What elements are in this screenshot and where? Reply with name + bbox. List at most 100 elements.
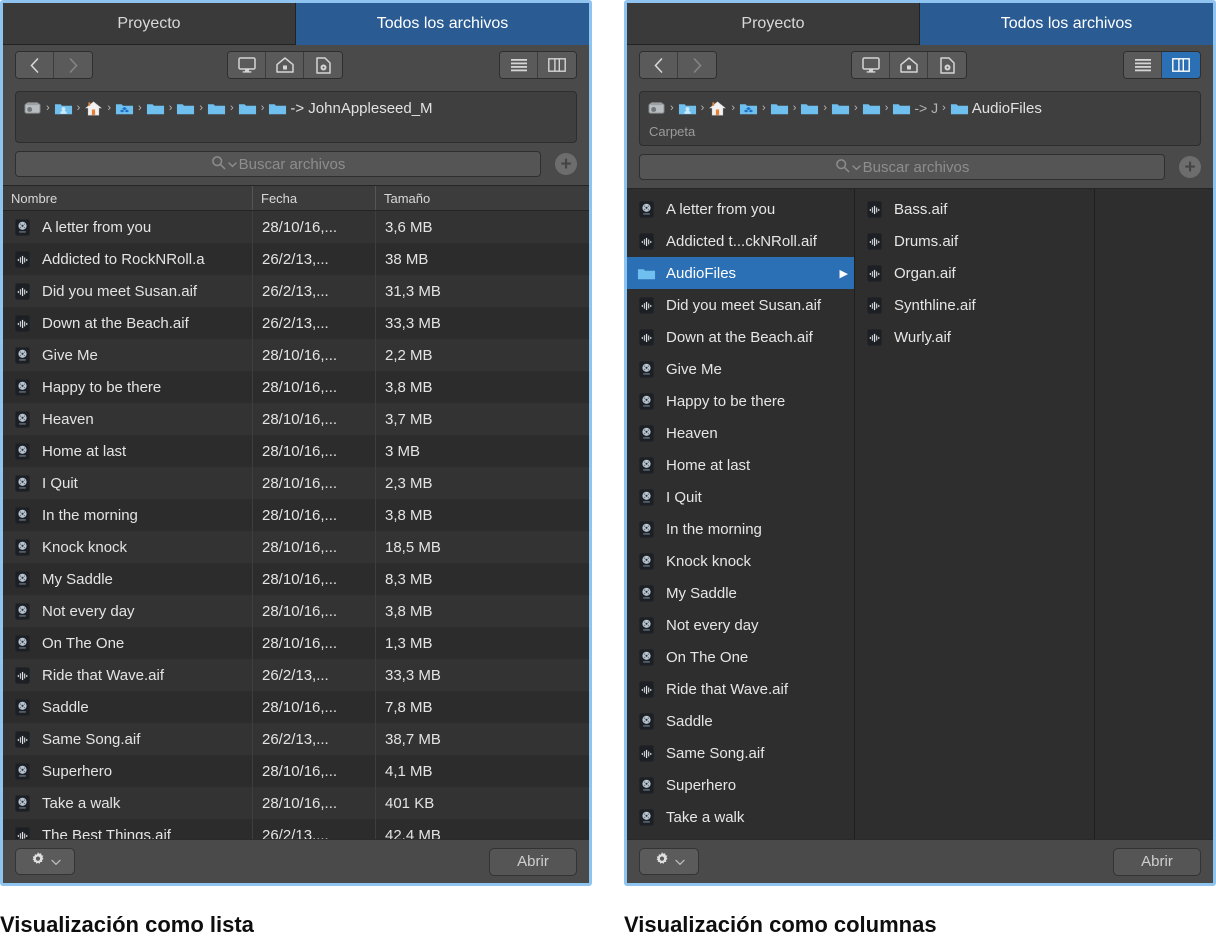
search-input[interactable]: Buscar archivos [639, 154, 1165, 180]
table-row[interactable]: The Best Things.aif 26/2/13,... 42,4 MB [3, 819, 589, 839]
list-view-button[interactable] [500, 52, 538, 78]
back-button[interactable] [16, 52, 54, 78]
column-header-nombre[interactable]: Nombre [3, 186, 253, 210]
tab-proyecto[interactable]: Proyecto [3, 3, 296, 45]
dropbox-folder-icon[interactable] [115, 99, 134, 118]
list-item[interactable]: On The One [627, 641, 854, 673]
table-row[interactable]: Not every day 28/10/16,... 3,8 MB [3, 595, 589, 627]
table-row[interactable]: Knock knock 28/10/16,... 18,5 MB [3, 531, 589, 563]
table-row[interactable]: Down at the Beach.aif 26/2/13,... 33,3 MB [3, 307, 589, 339]
folder-icon[interactable] [950, 99, 969, 118]
audio-files-button[interactable] [928, 52, 966, 78]
table-row[interactable]: Superhero 28/10/16,... 4,1 MB [3, 755, 589, 787]
harddrive-icon[interactable] [23, 99, 42, 118]
folder-icon[interactable] [146, 99, 165, 118]
list-view-button[interactable] [1124, 52, 1162, 78]
list-item[interactable]: Organ.aif [855, 257, 1094, 289]
table-row[interactable]: Addicted to RockNRoll.a 26/2/13,... 38 MB [3, 243, 589, 275]
list-item[interactable]: Superhero [627, 769, 854, 801]
open-button[interactable]: Abrir [1113, 847, 1201, 876]
tab-todos-los-archivos[interactable]: Todos los archivos [296, 3, 589, 45]
list-item[interactable]: My Saddle [627, 577, 854, 609]
list-item[interactable]: AudioFiles ▶ [627, 257, 854, 289]
list-item[interactable]: A letter from you [627, 193, 854, 225]
list-item[interactable]: Not every day [627, 609, 854, 641]
list-item[interactable]: Down at the Beach.aif [627, 321, 854, 353]
home-button[interactable] [890, 52, 928, 78]
list-item[interactable]: Home at last [627, 449, 854, 481]
table-row[interactable]: I Quit 28/10/16,... 2,3 MB [3, 467, 589, 499]
audio-files-button[interactable] [304, 52, 342, 78]
computer-button[interactable] [228, 52, 266, 78]
table-row[interactable]: Saddle 28/10/16,... 7,8 MB [3, 691, 589, 723]
list-item[interactable]: Drums.aif [855, 225, 1094, 257]
list-item[interactable]: Bass.aif [855, 193, 1094, 225]
folder-icon[interactable] [268, 99, 287, 118]
table-row[interactable]: Take a walk 28/10/16,... 401 KB [3, 787, 589, 819]
list-item[interactable]: Ride that Wave.aif [627, 673, 854, 705]
search-dropdown-icon[interactable] [227, 156, 237, 173]
add-button[interactable]: + [1179, 156, 1201, 178]
search-input[interactable]: Buscar archivos [15, 151, 541, 177]
add-button[interactable]: + [555, 153, 577, 175]
list-item[interactable]: Addicted t...ckNRoll.aif [627, 225, 854, 257]
file-column-1[interactable]: A letter from you Addicted t...ckNRoll.ai… [627, 189, 855, 839]
dropbox-folder-icon[interactable] [739, 99, 758, 118]
folder-icon[interactable] [207, 99, 226, 118]
harddrive-icon[interactable] [647, 99, 666, 118]
file-list-body[interactable]: A letter from you 28/10/16,... 3,6 MB Addic… [3, 211, 589, 839]
user-folder-icon[interactable] [678, 99, 697, 118]
home-button[interactable] [266, 52, 304, 78]
column-header-tamano[interactable]: Tamaño [376, 186, 589, 210]
list-item[interactable]: Knock knock [627, 545, 854, 577]
home-folder-icon[interactable] [84, 99, 103, 118]
list-item[interactable]: Take a walk [627, 801, 854, 833]
folder-icon[interactable] [831, 99, 850, 118]
table-row[interactable]: Give Me 28/10/16,... 2,2 MB [3, 339, 589, 371]
list-item[interactable]: Wurly.aif [855, 321, 1094, 353]
table-row[interactable]: Heaven 28/10/16,... 3,7 MB [3, 403, 589, 435]
table-row[interactable]: Did you meet Susan.aif 26/2/13,... 31,3 MB [3, 275, 589, 307]
table-row[interactable]: Happy to be there 28/10/16,... 3,8 MB [3, 371, 589, 403]
list-item[interactable]: Heaven [627, 417, 854, 449]
action-menu-button[interactable] [15, 848, 75, 875]
folder-icon[interactable] [892, 99, 911, 118]
computer-button[interactable] [852, 52, 890, 78]
folder-icon[interactable] [176, 99, 195, 118]
list-item[interactable]: In the morning [627, 513, 854, 545]
path-bar-list[interactable]: › › › › › › › › -> JohnAppleseed_M [15, 91, 577, 143]
back-button[interactable] [640, 52, 678, 78]
folder-icon[interactable] [770, 99, 789, 118]
list-item[interactable]: Happy to be there [627, 385, 854, 417]
table-row[interactable]: In the morning 28/10/16,... 3,8 MB [3, 499, 589, 531]
column-header-fecha[interactable]: Fecha [253, 186, 376, 210]
list-item[interactable]: Synthline.aif [855, 289, 1094, 321]
list-item[interactable]: Saddle [627, 705, 854, 737]
table-row[interactable]: Ride that Wave.aif 26/2/13,... 33,3 MB [3, 659, 589, 691]
column-view-button[interactable] [538, 52, 576, 78]
list-item[interactable]: Give Me [627, 353, 854, 385]
open-button[interactable]: Abrir [489, 847, 577, 876]
list-item[interactable]: Did you meet Susan.aif [627, 289, 854, 321]
file-column-2[interactable]: Bass.aif Drums.aif Organ.aif Synthline.aif W… [855, 189, 1095, 839]
table-row[interactable]: My Saddle 28/10/16,... 8,3 MB [3, 563, 589, 595]
column-view-button[interactable] [1162, 52, 1200, 78]
home-folder-icon[interactable] [708, 99, 727, 118]
list-item[interactable]: Same Song.aif [627, 737, 854, 769]
disclosure-triangle-icon[interactable]: ▶ [840, 267, 848, 280]
list-item[interactable]: I Quit [627, 481, 854, 513]
tab-proyecto[interactable]: Proyecto [627, 3, 920, 45]
user-folder-icon[interactable] [54, 99, 73, 118]
folder-icon[interactable] [800, 99, 819, 118]
file-column-3[interactable] [1095, 189, 1213, 839]
table-row[interactable]: Same Song.aif 26/2/13,... 38,7 MB [3, 723, 589, 755]
forward-button[interactable] [54, 52, 92, 78]
search-dropdown-icon[interactable] [851, 159, 861, 176]
tab-todos-los-archivos[interactable]: Todos los archivos [920, 3, 1213, 45]
path-bar-columns[interactable]: › › › › › › › › -> J › AudioFiles Carpet… [639, 91, 1201, 146]
folder-icon[interactable] [862, 99, 881, 118]
action-menu-button[interactable] [639, 848, 699, 875]
table-row[interactable]: Home at last 28/10/16,... 3 MB [3, 435, 589, 467]
forward-button[interactable] [678, 52, 716, 78]
table-row[interactable]: On The One 28/10/16,... 1,3 MB [3, 627, 589, 659]
